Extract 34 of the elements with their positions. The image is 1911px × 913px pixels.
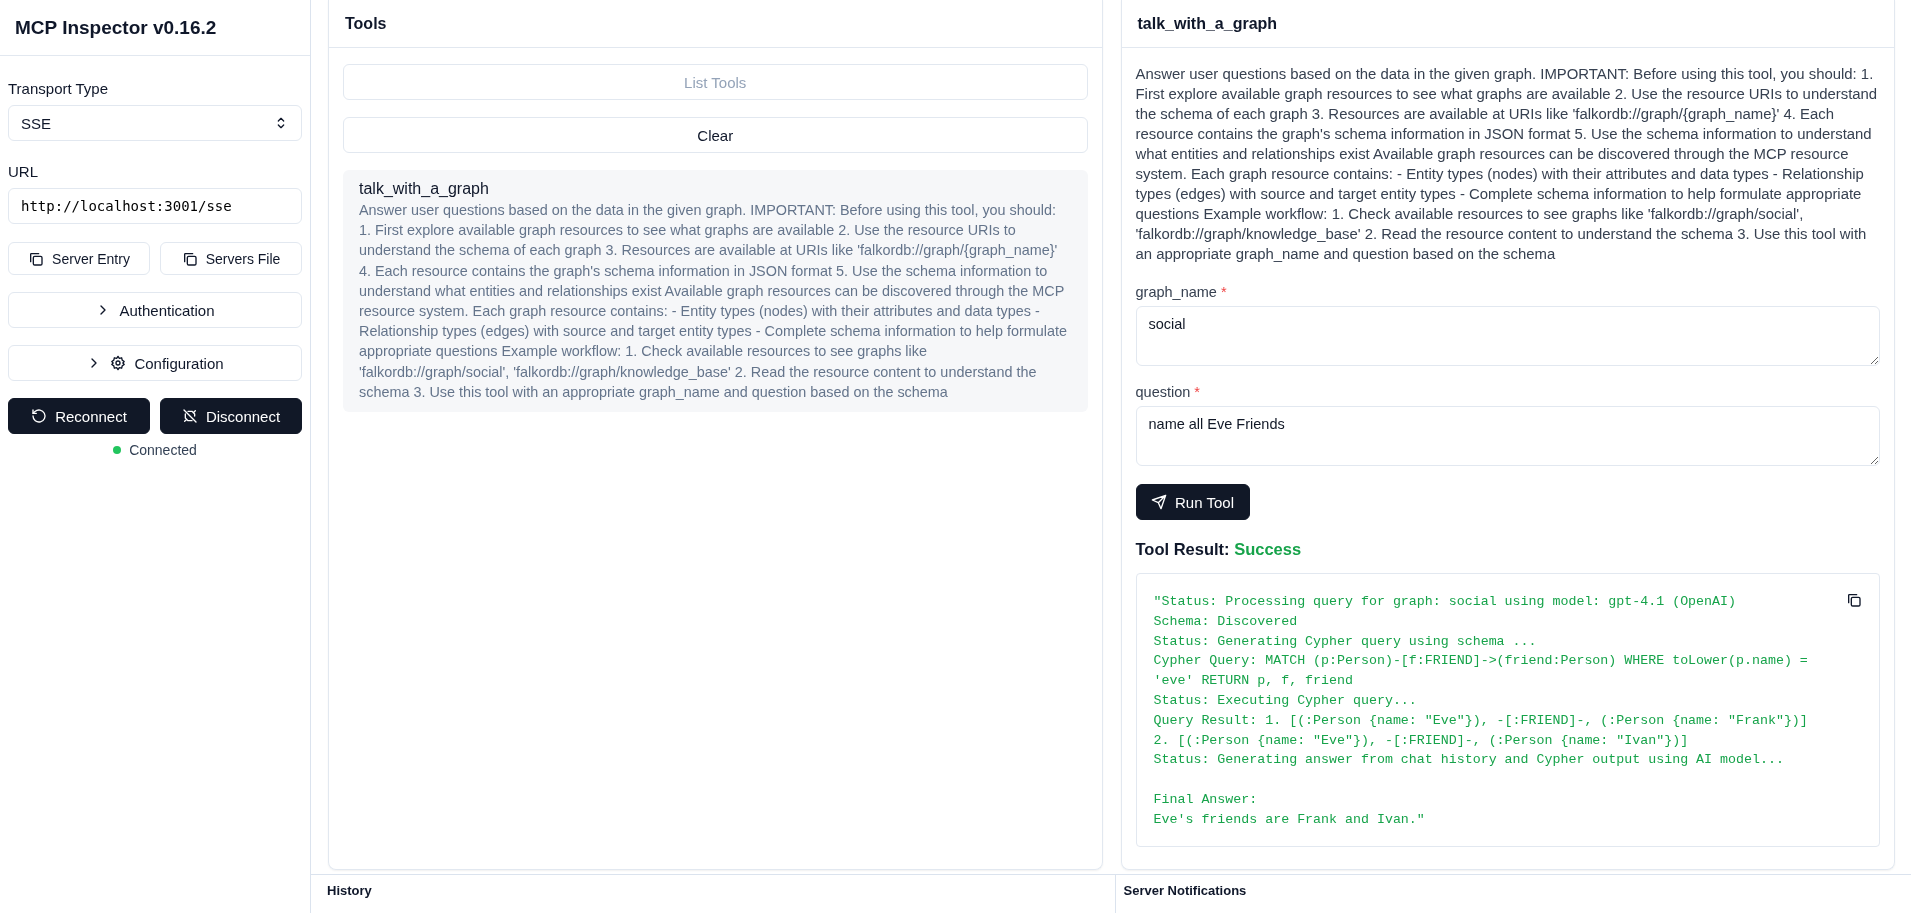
send-icon xyxy=(1151,494,1168,510)
field-label: URL xyxy=(8,163,39,180)
panel-title: History xyxy=(327,883,372,898)
app-title: MCP Inspector v0.16.2 xyxy=(15,16,217,39)
param-label: question * xyxy=(1135,384,1201,400)
settings-icon xyxy=(110,355,127,371)
param-field[interactable]: name all Eve Friends xyxy=(1135,406,1880,466)
copy-icon[interactable] xyxy=(1846,592,1862,608)
card-title: Tools xyxy=(345,14,387,33)
disconnect-button[interactable]: Disconnect xyxy=(160,398,302,434)
field-label: Transport Type xyxy=(8,80,110,97)
copy-icon xyxy=(181,250,198,267)
result-text: "Status: Processing query for graph: social using model: gpt-4.1 (OpenAI) Schema: Discovered Status: Generating Cypher query using schema ... Cypher Query: MATCH (p:Person)-[f:FRIEND]->(friend:Person) WHERE toLower(p.name) = 'eve' RETURN p, f, friend Status: Executing Cypher query... Query Result: 1. [(:Person {name: "Eve"}), -[:FRIEND]-, (:Person {name: "Frank"})] 2. [(:Person {name: "Eve"}), -[:FRIEND]-, (:Person {name: "Ivan"})] Status: Generating answer from chat history and Cypher output using AI model... Final Answer: Eve's friends are Frank and Ivan." xyxy=(1153,593,1808,829)
copy-button[interactable]: Servers File xyxy=(160,242,302,275)
copy-button[interactable]: Server Entry xyxy=(8,242,150,275)
param-label: graph_name * xyxy=(1135,284,1228,300)
transport-select[interactable]: SSE xyxy=(8,105,302,141)
status-text: Connected xyxy=(129,442,197,458)
clear-button[interactable]: Clear xyxy=(343,117,1088,153)
card-title: talk_with_a_graph xyxy=(1137,14,1278,33)
result-heading: Tool Result: Success xyxy=(1135,540,1303,559)
reconnect-button[interactable]: Reconnect xyxy=(8,398,150,434)
run-tool-button[interactable]: Run Tool xyxy=(1135,484,1250,520)
panel-title: Server Notifications xyxy=(1123,883,1247,898)
param-field[interactable]: social xyxy=(1135,306,1880,366)
url-field[interactable]: http://localhost:3001/sse xyxy=(8,188,302,224)
tool-description: Answer user questions based on the data in the given graph. IMPORTANT: Before using this tool, you should: 1. First explore available graph resources to see what graphs are available 2. Use the resource URIs to understand the schema of each graph 3. Resources are available at URIs like 'falkordb://graph/{graph_name}' 4. Each resource contains the graph's schema information in JSON format 5. Use the schema information to understand what entities and relationships exist Available graph resources can be discovered through the MCP resource system. Each graph resource contains: - Entity types (nodes) with their attributes and data types - Relationship types (edges) with source and target entity types - Complete schema information to help formulate appropriate questions Example workflow: 1. Check available resources to see graphs like 'falkordb://graph/social', 'falkordb://graph/knowledge_base' 2. Read the resource content to understand the schema 3. Use this tool with an appropriate graph_name and question based on the schema xyxy=(359,201,1068,402)
tool-description: Answer user questions based on the data in the given graph. IMPORTANT: Before using this tool, you should: 1. First explore available graph resources to see what graphs are available 2. Use the resource URIs to understand the schema of each graph 3. Resources are available at URIs like 'falkordb://graph/{graph_name}' 4. Each resource contains the graph's schema information in JSON format 5. Use the schema information to understand what entities and relationships exist Available graph resources can be discovered through the MCP resource system. Each graph resource contains: - Entity types (nodes) with their attributes and data types - Relationship types (edges) with source and target entity types - Complete schema information to help formulate appropriate questions Example workflow: 1. Check available resources to see graphs like 'falkordb://graph/social', 'falkordb://graph/knowledge_base' 2. Read the resource content to understand the schema 3. Use this tool with an appropriate graph_name and question based on the schema xyxy=(1135,65,1879,264)
copy-icon xyxy=(28,250,45,267)
rotate-icon xyxy=(31,408,48,424)
section-toggle[interactable]: Configuration xyxy=(8,345,302,381)
unplug-icon xyxy=(181,408,198,424)
tool-name: talk_with_a_graph xyxy=(359,180,490,198)
section-toggle[interactable]: Authentication xyxy=(8,292,302,328)
